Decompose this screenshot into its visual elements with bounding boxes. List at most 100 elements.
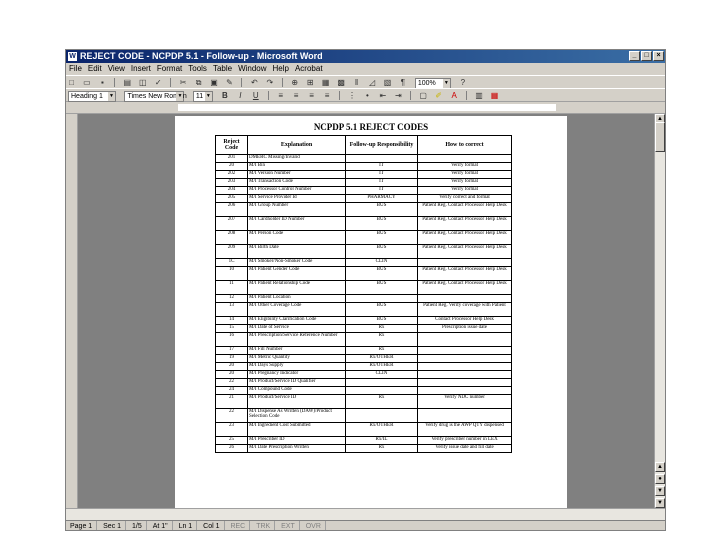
vertical-ruler[interactable] xyxy=(66,114,78,508)
insert-excel-icon[interactable]: ▩ xyxy=(337,78,346,87)
print-preview-icon[interactable]: ◫ xyxy=(138,78,147,87)
cell-how-to-correct: Verify issue date and fill date xyxy=(417,444,512,453)
cell-responsibility: CLIN xyxy=(345,370,418,379)
open-icon[interactable]: ▭ xyxy=(82,78,91,87)
highlight-icon[interactable]: ✐ xyxy=(434,91,443,100)
minimize-button[interactable]: _ xyxy=(629,51,640,61)
columns-icon[interactable]: ‖ xyxy=(352,78,361,87)
menu-item-file[interactable]: File xyxy=(66,63,85,75)
paste-icon[interactable]: ▣ xyxy=(210,78,219,87)
underline-icon[interactable]: U xyxy=(251,91,260,100)
select-browse-object-icon[interactable]: ● xyxy=(655,474,665,484)
new-document-icon[interactable]: □ xyxy=(67,78,76,87)
table-row: 23 M/I Ingredient Cost Submitted Rx/OTHER V… xyxy=(215,422,512,437)
bold-icon[interactable]: B xyxy=(220,91,229,100)
drawing-icon[interactable]: ◿ xyxy=(368,78,377,87)
cell-how-to-correct: Contact Processor Help Desk xyxy=(417,316,512,325)
justify-icon[interactable]: ≡ xyxy=(323,91,332,100)
cell-explanation: M/I Pregnancy Indicator xyxy=(247,370,346,379)
save-icon[interactable]: ▪ xyxy=(98,78,107,87)
cut-icon[interactable]: ✂ xyxy=(179,78,188,87)
status-at: At 1" xyxy=(149,521,173,530)
redo-icon[interactable]: ↷ xyxy=(265,78,274,87)
undo-icon[interactable]: ↶ xyxy=(250,78,259,87)
hyperlink-icon[interactable]: ⊕ xyxy=(290,78,299,87)
font-color-icon[interactable]: A xyxy=(450,91,459,100)
decrease-indent-icon[interactable]: ⇤ xyxy=(378,91,387,100)
acrobat-convert-icon[interactable]: ▥ xyxy=(475,91,484,100)
table-row: 25 M/I Prescriber ID Rx/IL Verify prescribe… xyxy=(215,436,512,445)
bullets-icon[interactable]: • xyxy=(363,91,372,100)
cell-how-to-correct: Verify format xyxy=(417,162,512,171)
help-icon[interactable]: ? xyxy=(458,78,467,87)
word-window: W REJECT CODE - NCPDP 5.1 - Follow-up - … xyxy=(65,49,666,531)
insert-table-icon[interactable]: ▦ xyxy=(321,78,330,87)
status-trk[interactable]: TRK xyxy=(252,521,276,530)
status-ext[interactable]: EXT xyxy=(277,521,300,530)
acrobat-email-icon[interactable]: ▦ xyxy=(490,91,499,100)
format-painter-icon[interactable]: ✎ xyxy=(225,78,234,87)
spelling-icon[interactable]: ✓ xyxy=(154,78,163,87)
close-button[interactable]: × xyxy=(653,51,664,61)
document-map-icon[interactable]: ▧ xyxy=(383,78,392,87)
cell-responsibility xyxy=(345,408,418,423)
style-value: Heading 1 xyxy=(71,93,103,100)
status-rec[interactable]: REC xyxy=(226,521,251,530)
numbering-icon[interactable]: ⋮ xyxy=(347,91,356,100)
align-left-icon[interactable]: ≡ xyxy=(276,91,285,100)
menu-item-format[interactable]: Format xyxy=(154,63,185,75)
menu-item-window[interactable]: Window xyxy=(235,63,269,75)
menu-item-tools[interactable]: Tools xyxy=(185,63,210,75)
status-bar: Page 1 Sec 1 1/5 At 1" Ln 1 Col 1 REC TR… xyxy=(66,520,665,530)
header-how-to-correct: How to correct xyxy=(417,135,512,155)
word-app-icon[interactable]: W xyxy=(68,52,77,61)
border-icon[interactable]: ▢ xyxy=(419,91,428,100)
cell-explanation: M/I Smoker/Non-Smoker Code xyxy=(247,258,346,267)
menu-item-table[interactable]: Table xyxy=(210,63,235,75)
cell-how-to-correct xyxy=(417,386,512,395)
cell-explanation: M/I Prescriber ID xyxy=(247,436,346,445)
align-right-icon[interactable]: ≡ xyxy=(307,91,316,100)
cell-explanation: M/I Fill Number xyxy=(247,346,346,355)
status-ovr[interactable]: OVR xyxy=(302,521,326,530)
scroll-thumb[interactable] xyxy=(655,122,665,152)
toolbar-separator xyxy=(410,91,412,100)
menu-item-edit[interactable]: Edit xyxy=(85,63,105,75)
horizontal-scrollbar[interactable] xyxy=(66,508,665,520)
document-area[interactable]: NCPDP 5.1 REJECT CODES Reject Code Expla… xyxy=(78,114,656,508)
vertical-scrollbar[interactable]: ▲ ▲ ● ▼ ▼ xyxy=(654,114,665,508)
align-center-icon[interactable]: ≡ xyxy=(292,91,301,100)
menu-item-acrobat[interactable]: Acrobat xyxy=(292,63,326,75)
reject-codes-table[interactable]: Reject Code Explanation Follow-up Respon… xyxy=(215,135,512,453)
copy-icon[interactable]: ⧉ xyxy=(194,78,203,87)
cell-reject-code: 205 xyxy=(215,194,248,203)
font-size-select[interactable]: 11 ▼ xyxy=(192,91,213,102)
horizontal-ruler[interactable] xyxy=(66,102,665,114)
menu-item-insert[interactable]: Insert xyxy=(128,63,154,75)
tables-borders-icon[interactable]: ⊞ xyxy=(306,78,315,87)
increase-indent-icon[interactable]: ⇥ xyxy=(394,91,403,100)
cell-reject-code: 16 xyxy=(215,332,248,347)
header-reject-code: Reject Code xyxy=(215,135,248,155)
print-icon[interactable]: ▤ xyxy=(123,78,132,87)
cell-reject-code: 204 xyxy=(215,186,248,195)
scroll-up-page-icon[interactable]: ▲ xyxy=(655,462,665,472)
maximize-button[interactable]: □ xyxy=(641,51,652,61)
font-select[interactable]: Times New Roman ▼ xyxy=(124,91,187,102)
show-hide-icon[interactable]: ¶ xyxy=(398,78,407,87)
cell-responsibility: Rx xyxy=(345,332,418,347)
document-page[interactable]: NCPDP 5.1 REJECT CODES Reject Code Expla… xyxy=(175,116,567,508)
menu-item-view[interactable]: View xyxy=(105,63,128,75)
scroll-down-icon[interactable]: ▼ xyxy=(655,498,665,508)
status-line: Ln 1 xyxy=(175,521,198,530)
menu-item-help[interactable]: Help xyxy=(270,63,292,75)
cell-explanation: M/I Other Coverage Code xyxy=(247,302,346,317)
cell-how-to-correct: Verify prescriber number in LEX xyxy=(417,436,512,445)
table-row: 22 M/I Dispense As Written (DAW)/Product … xyxy=(215,408,512,423)
cell-explanation: M/I Transaction Code xyxy=(247,178,346,187)
cell-explanation: M/I Group Number xyxy=(247,202,346,217)
scroll-down-page-icon[interactable]: ▼ xyxy=(655,486,665,496)
cell-responsibility: Rx xyxy=(345,324,418,333)
style-select[interactable]: Heading 1 ▼ xyxy=(68,91,116,102)
italic-icon[interactable]: I xyxy=(236,91,245,100)
